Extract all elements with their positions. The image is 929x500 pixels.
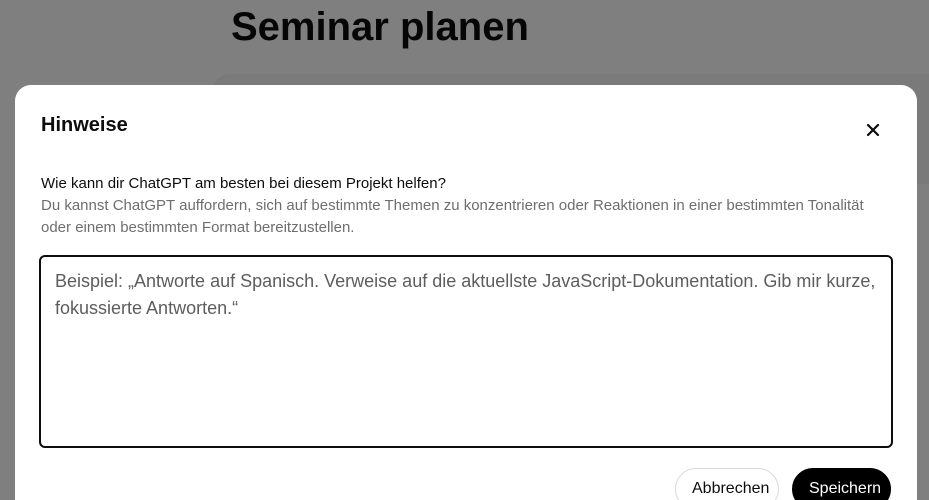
instructions-input[interactable] xyxy=(39,255,893,448)
instructions-question: Wie kann dir ChatGPT am besten bei diese… xyxy=(41,175,446,192)
close-icon xyxy=(866,123,880,137)
dialog-title: Hinweise xyxy=(41,114,128,136)
page: Seminar planen Hinweise Wie kann dir Cha… xyxy=(0,0,929,500)
close-button[interactable] xyxy=(858,115,888,145)
instructions-help-text: Du kannst ChatGPT auffordern, sich auf b… xyxy=(41,197,864,236)
save-button[interactable]: Speichern xyxy=(792,468,891,500)
instructions-dialog: Hinweise Wie kann dir ChatGPT am besten … xyxy=(15,85,917,500)
cancel-button[interactable]: Abbrechen xyxy=(675,468,779,500)
